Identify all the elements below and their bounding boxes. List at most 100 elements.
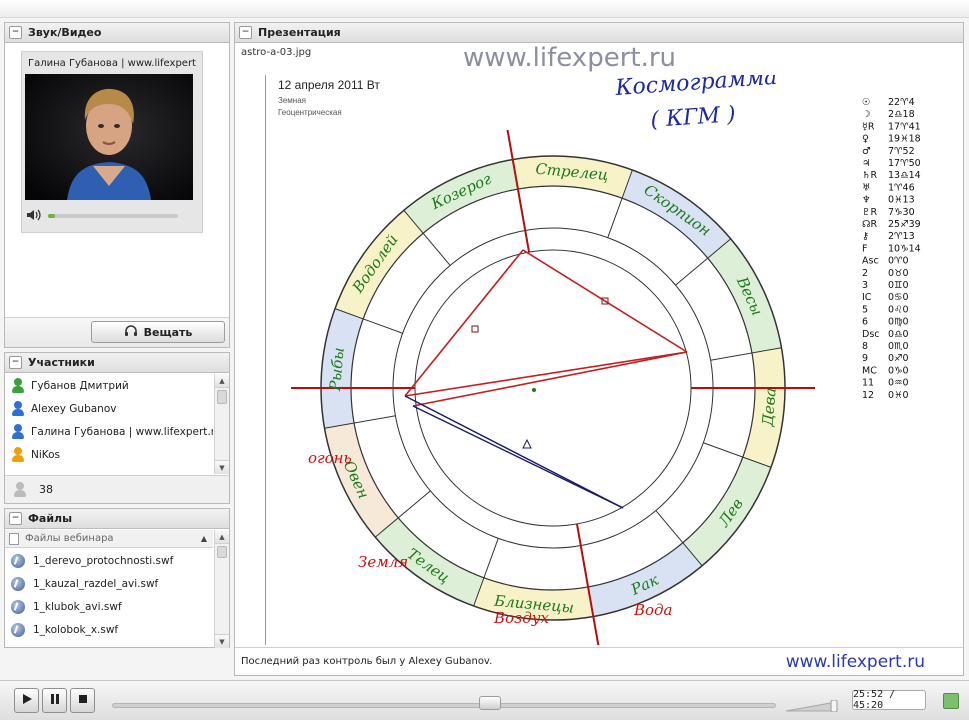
planet-symbol: ♃ <box>862 158 871 169</box>
av-panel-header[interactable]: − Звук/Видео <box>5 23 229 43</box>
element-label: Воздух <box>493 609 549 627</box>
user-icon <box>11 400 25 417</box>
planet-position: 0♌0 <box>888 304 909 315</box>
planet-position: 0♊0 <box>888 280 909 291</box>
slide-date: 12 апреля 2011 Вт <box>278 78 380 92</box>
document-icon <box>9 532 19 545</box>
list-item[interactable]: 1_kauzal_razdel_avi.swf <box>5 572 213 595</box>
planet-position: 0♍0 <box>888 317 909 328</box>
planet-position: 2♎18 <box>888 109 915 120</box>
seek-handle[interactable] <box>479 696 502 710</box>
planet-symbol: ☉ <box>862 97 871 108</box>
planet-symbol: ♂ <box>862 146 871 157</box>
player-volume-slider[interactable] <box>785 699 838 713</box>
user-icon <box>11 446 25 463</box>
video-box: Галина Губанова | www.lifexpert.ru <box>21 51 203 233</box>
time-display: 25:52 / 45:20 <box>852 689 926 711</box>
user-icon <box>11 377 25 394</box>
files-panel: − Файлы Файлы вебинара ▲ 1_derevo_protoc… <box>4 508 230 648</box>
list-item[interactable]: NiKos <box>5 443 213 466</box>
presentation-title: Презентация <box>258 26 341 39</box>
presentation-header[interactable]: − Презентация <box>235 23 963 43</box>
planet-position: 13♎14 <box>888 170 921 181</box>
slide-heading-sub: ( КГМ ) <box>650 102 737 133</box>
brand-watermark-bottom: www.lifexpert.ru <box>785 652 925 672</box>
planet-symbol: IC <box>862 292 872 303</box>
user-icon <box>11 423 25 440</box>
swf-file-icon <box>11 576 25 591</box>
list-item[interactable]: Alexey Gubanov <box>5 397 213 420</box>
participants-panel: − Участники Губанов Дмитрий Alexey Guban… <box>4 352 230 504</box>
file-name: 1_derevo_protochnosti.swf <box>33 554 174 567</box>
planet-position: 0♋0 <box>888 292 909 303</box>
planet-position: 7♈52 <box>888 146 915 157</box>
participant-name: Alexey Gubanov <box>31 402 117 415</box>
planet-symbol: 12 <box>862 390 874 401</box>
list-item[interactable]: Губанов Дмитрий <box>5 374 213 397</box>
participants-scrollbar[interactable]: ▲ ▼ <box>214 374 229 474</box>
planet-position: 17♈41 <box>888 121 921 132</box>
files-header[interactable]: − Файлы <box>5 509 229 529</box>
scroll-up-icon[interactable]: ▲ <box>215 374 229 388</box>
planet-symbol: ♆ <box>862 195 871 206</box>
participant-name: Губанов Дмитрий <box>31 379 129 392</box>
slide-sub2: Геоцентрическая <box>278 108 342 117</box>
broadcast-button[interactable]: Вещать <box>91 321 225 343</box>
slide-sub1: Земная <box>278 96 306 105</box>
participants-title: Участники <box>28 356 95 369</box>
scroll-down-icon[interactable]: ▼ <box>215 634 229 648</box>
file-name: 1_klubok_avi.swf <box>33 600 122 613</box>
pause-icon <box>49 693 61 708</box>
planet-symbol: ⚷ <box>862 231 869 242</box>
planet-position: 0♏0 <box>888 341 909 352</box>
sort-up-icon[interactable]: ▲ <box>201 534 207 543</box>
play-icon <box>21 693 33 708</box>
volume-slider[interactable] <box>48 214 178 218</box>
speaker-icon[interactable] <box>26 209 42 224</box>
files-column-header[interactable]: Файлы вебинара ▲ <box>5 530 213 548</box>
video-feed[interactable] <box>25 74 193 200</box>
planet-symbol: ♄R <box>862 170 878 181</box>
slide-heading: Космограмма <box>614 75 778 101</box>
scroll-thumb[interactable] <box>217 390 227 404</box>
scroll-up-icon[interactable]: ▲ <box>215 530 229 544</box>
collapse-icon[interactable]: − <box>9 26 22 39</box>
volume-row <box>26 209 194 223</box>
collapse-icon[interactable]: − <box>9 512 22 525</box>
stop-button[interactable] <box>70 688 95 713</box>
resize-grip-icon[interactable] <box>943 693 959 709</box>
scroll-down-icon[interactable]: ▼ <box>215 460 229 474</box>
participant-count-row: 38 <box>5 475 229 503</box>
slide-image: 12 апреля 2011 Вт Земная Геоцентрическая… <box>265 75 945 645</box>
sign-label: Дева <box>758 387 779 428</box>
collapse-icon[interactable]: − <box>239 26 252 39</box>
planet-position: 22♈4 <box>888 97 915 108</box>
play-button[interactable] <box>14 688 39 713</box>
list-item[interactable]: 1_kolobok_x.swf <box>5 618 213 641</box>
list-item[interactable]: Галина Губанова | www.lifexpert.ru <box>5 420 213 443</box>
pause-button[interactable] <box>42 688 67 713</box>
seek-slider[interactable] <box>112 696 776 710</box>
planet-symbol: 3 <box>862 280 868 291</box>
av-panel: − Звук/Видео Галина Губанова | www.lifex… <box>4 22 230 348</box>
planet-position: 0♓0 <box>888 390 909 401</box>
list-item[interactable]: 1_derevo_protochnosti.swf <box>5 549 213 572</box>
swf-file-icon <box>11 553 25 568</box>
list-item[interactable]: 1_klubok_avi.swf <box>5 595 213 618</box>
presentation-file-name: astro-a-03.jpg <box>241 47 312 58</box>
video-speaker-name: Галина Губанова | www.lifexpert.ru <box>28 58 196 69</box>
participants-header[interactable]: − Участники <box>5 353 229 373</box>
scroll-thumb[interactable] <box>217 546 227 558</box>
planet-symbol: 8 <box>862 341 868 352</box>
participants-list: Губанов Дмитрий Alexey Gubanov Галина Гу… <box>5 374 213 474</box>
collapse-icon[interactable]: − <box>9 356 22 369</box>
planet-position: 7♑30 <box>888 207 915 218</box>
files-scrollbar[interactable]: ▲ ▼ <box>214 530 229 648</box>
presentation-footer: Последний раз контроль был у Alexey Guba… <box>235 647 963 675</box>
brand-watermark-top: www.lifexpert.ru <box>463 43 677 73</box>
users-icon <box>13 481 27 498</box>
planet-symbol: ♇R <box>862 207 878 218</box>
planet-position: 1♈46 <box>888 182 915 193</box>
headset-icon <box>124 324 138 340</box>
planet-position: 0♑0 <box>888 365 909 376</box>
